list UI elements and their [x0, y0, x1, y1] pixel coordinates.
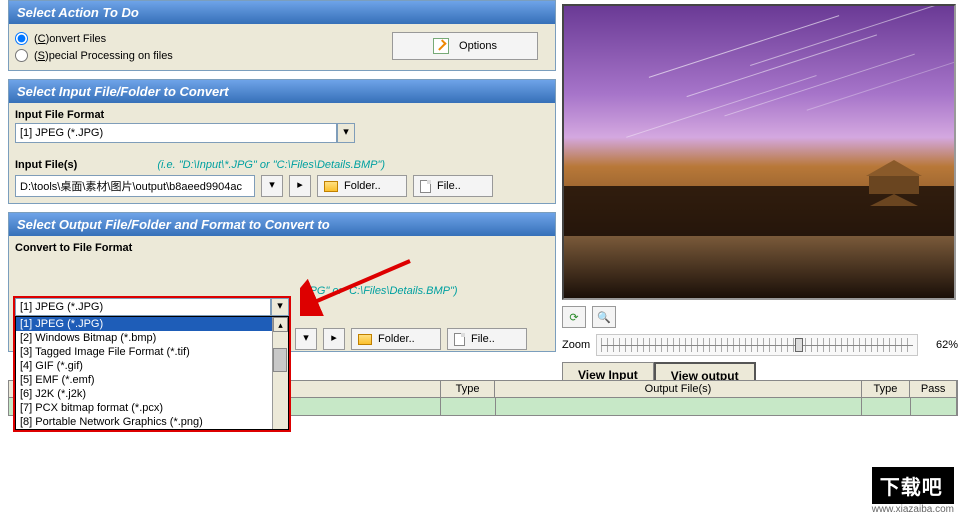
- output-format-label: Convert to File Format: [15, 242, 549, 254]
- file-icon: [454, 333, 465, 346]
- input-files-label: Input File(s): [15, 159, 77, 171]
- watermark-url: www.xiazaiba.com: [872, 504, 954, 515]
- dd-option-6[interactable]: [6] J2K (*.j2k): [16, 387, 288, 401]
- refresh-icon: ⟳: [569, 311, 578, 324]
- zoom-value: 62%: [924, 339, 958, 351]
- col-type2: Type: [862, 381, 911, 397]
- panel-input-title: Select Input File/Folder to Convert: [9, 80, 555, 103]
- preview-image: [562, 4, 956, 300]
- col-pass: Pass: [910, 381, 957, 397]
- radio-convert-input[interactable]: [15, 32, 28, 45]
- file-icon: [420, 180, 431, 193]
- dd-option-8[interactable]: [8] Portable Network Graphics (*.png): [16, 415, 288, 429]
- input-format-combo[interactable]: ▾: [15, 123, 355, 143]
- dropdown-scrollbar[interactable]: ▴: [272, 317, 288, 429]
- options-button[interactable]: Options: [392, 32, 538, 60]
- input-format-value[interactable]: [15, 123, 337, 143]
- dd-option-1[interactable]: [1] JPEG (*.JPG): [16, 317, 288, 331]
- options-icon: [433, 38, 449, 54]
- panel-action-title: Select Action To Do: [9, 1, 555, 24]
- zoom-knob[interactable]: [795, 338, 803, 352]
- dropdown-selected[interactable]: [1] JPEG (*.JPG): [15, 298, 271, 316]
- zoom-slider[interactable]: [596, 334, 918, 356]
- dd-option-7[interactable]: [7] PCX bitmap format (*.pcx): [16, 401, 288, 415]
- dd-option-4[interactable]: [4] GIF (*.gif): [16, 359, 288, 373]
- folder-icon: [324, 181, 338, 192]
- dd-option-2[interactable]: [2] Windows Bitmap (*.bmp): [16, 331, 288, 345]
- input-path-dropdown[interactable]: ▾: [261, 175, 283, 197]
- zoom-icon: 🔍: [597, 311, 611, 324]
- input-path-field[interactable]: [15, 175, 255, 197]
- col-output: Output File(s): [495, 381, 861, 397]
- output-path-play[interactable]: ▸: [323, 328, 345, 350]
- scroll-up-icon[interactable]: ▴: [273, 317, 288, 332]
- panel-input: Select Input File/Folder to Convert Inpu…: [8, 79, 556, 204]
- output-file-button[interactable]: File..: [447, 328, 527, 350]
- dd-option-3[interactable]: [3] Tagged Image File Format (*.tif): [16, 345, 288, 359]
- folder-icon: [358, 334, 372, 345]
- scroll-thumb[interactable]: [273, 348, 287, 372]
- input-file-button[interactable]: File..: [413, 175, 493, 197]
- col-type1: Type: [441, 381, 495, 397]
- panel-output-title: Select Output File/Folder and Format to …: [9, 213, 555, 236]
- refresh-button[interactable]: ⟳: [562, 306, 586, 328]
- zoom-label: Zoom: [562, 339, 590, 351]
- input-format-arrow[interactable]: ▾: [337, 123, 355, 143]
- radio-special-input[interactable]: [15, 49, 28, 62]
- output-folder-button[interactable]: Folder..: [351, 328, 441, 350]
- options-label: Options: [459, 40, 497, 52]
- dropdown-arrow[interactable]: ▾: [271, 298, 289, 316]
- zoom-tool-button[interactable]: 🔍: [592, 306, 616, 328]
- format-dropdown-open: [1] JPEG (*.JPG) ▾ [1] JPEG (*.JPG) [2] …: [13, 296, 291, 432]
- output-path-dropdown[interactable]: ▾: [295, 328, 317, 350]
- input-path-play[interactable]: ▸: [289, 175, 311, 197]
- dd-option-5[interactable]: [5] EMF (*.emf): [16, 373, 288, 387]
- input-hint: (i.e. "D:\Input\*.JPG" or "C:\Files\Deta…: [157, 159, 385, 171]
- output-hint: .JPG" or "C:\Files\Details.BMP"): [301, 285, 458, 297]
- input-format-label: Input File Format: [15, 109, 549, 121]
- watermark-logo: 下载吧: [872, 467, 954, 504]
- input-folder-button[interactable]: Folder..: [317, 175, 407, 197]
- watermark: 下载吧 www.xiazaiba.com: [872, 467, 954, 515]
